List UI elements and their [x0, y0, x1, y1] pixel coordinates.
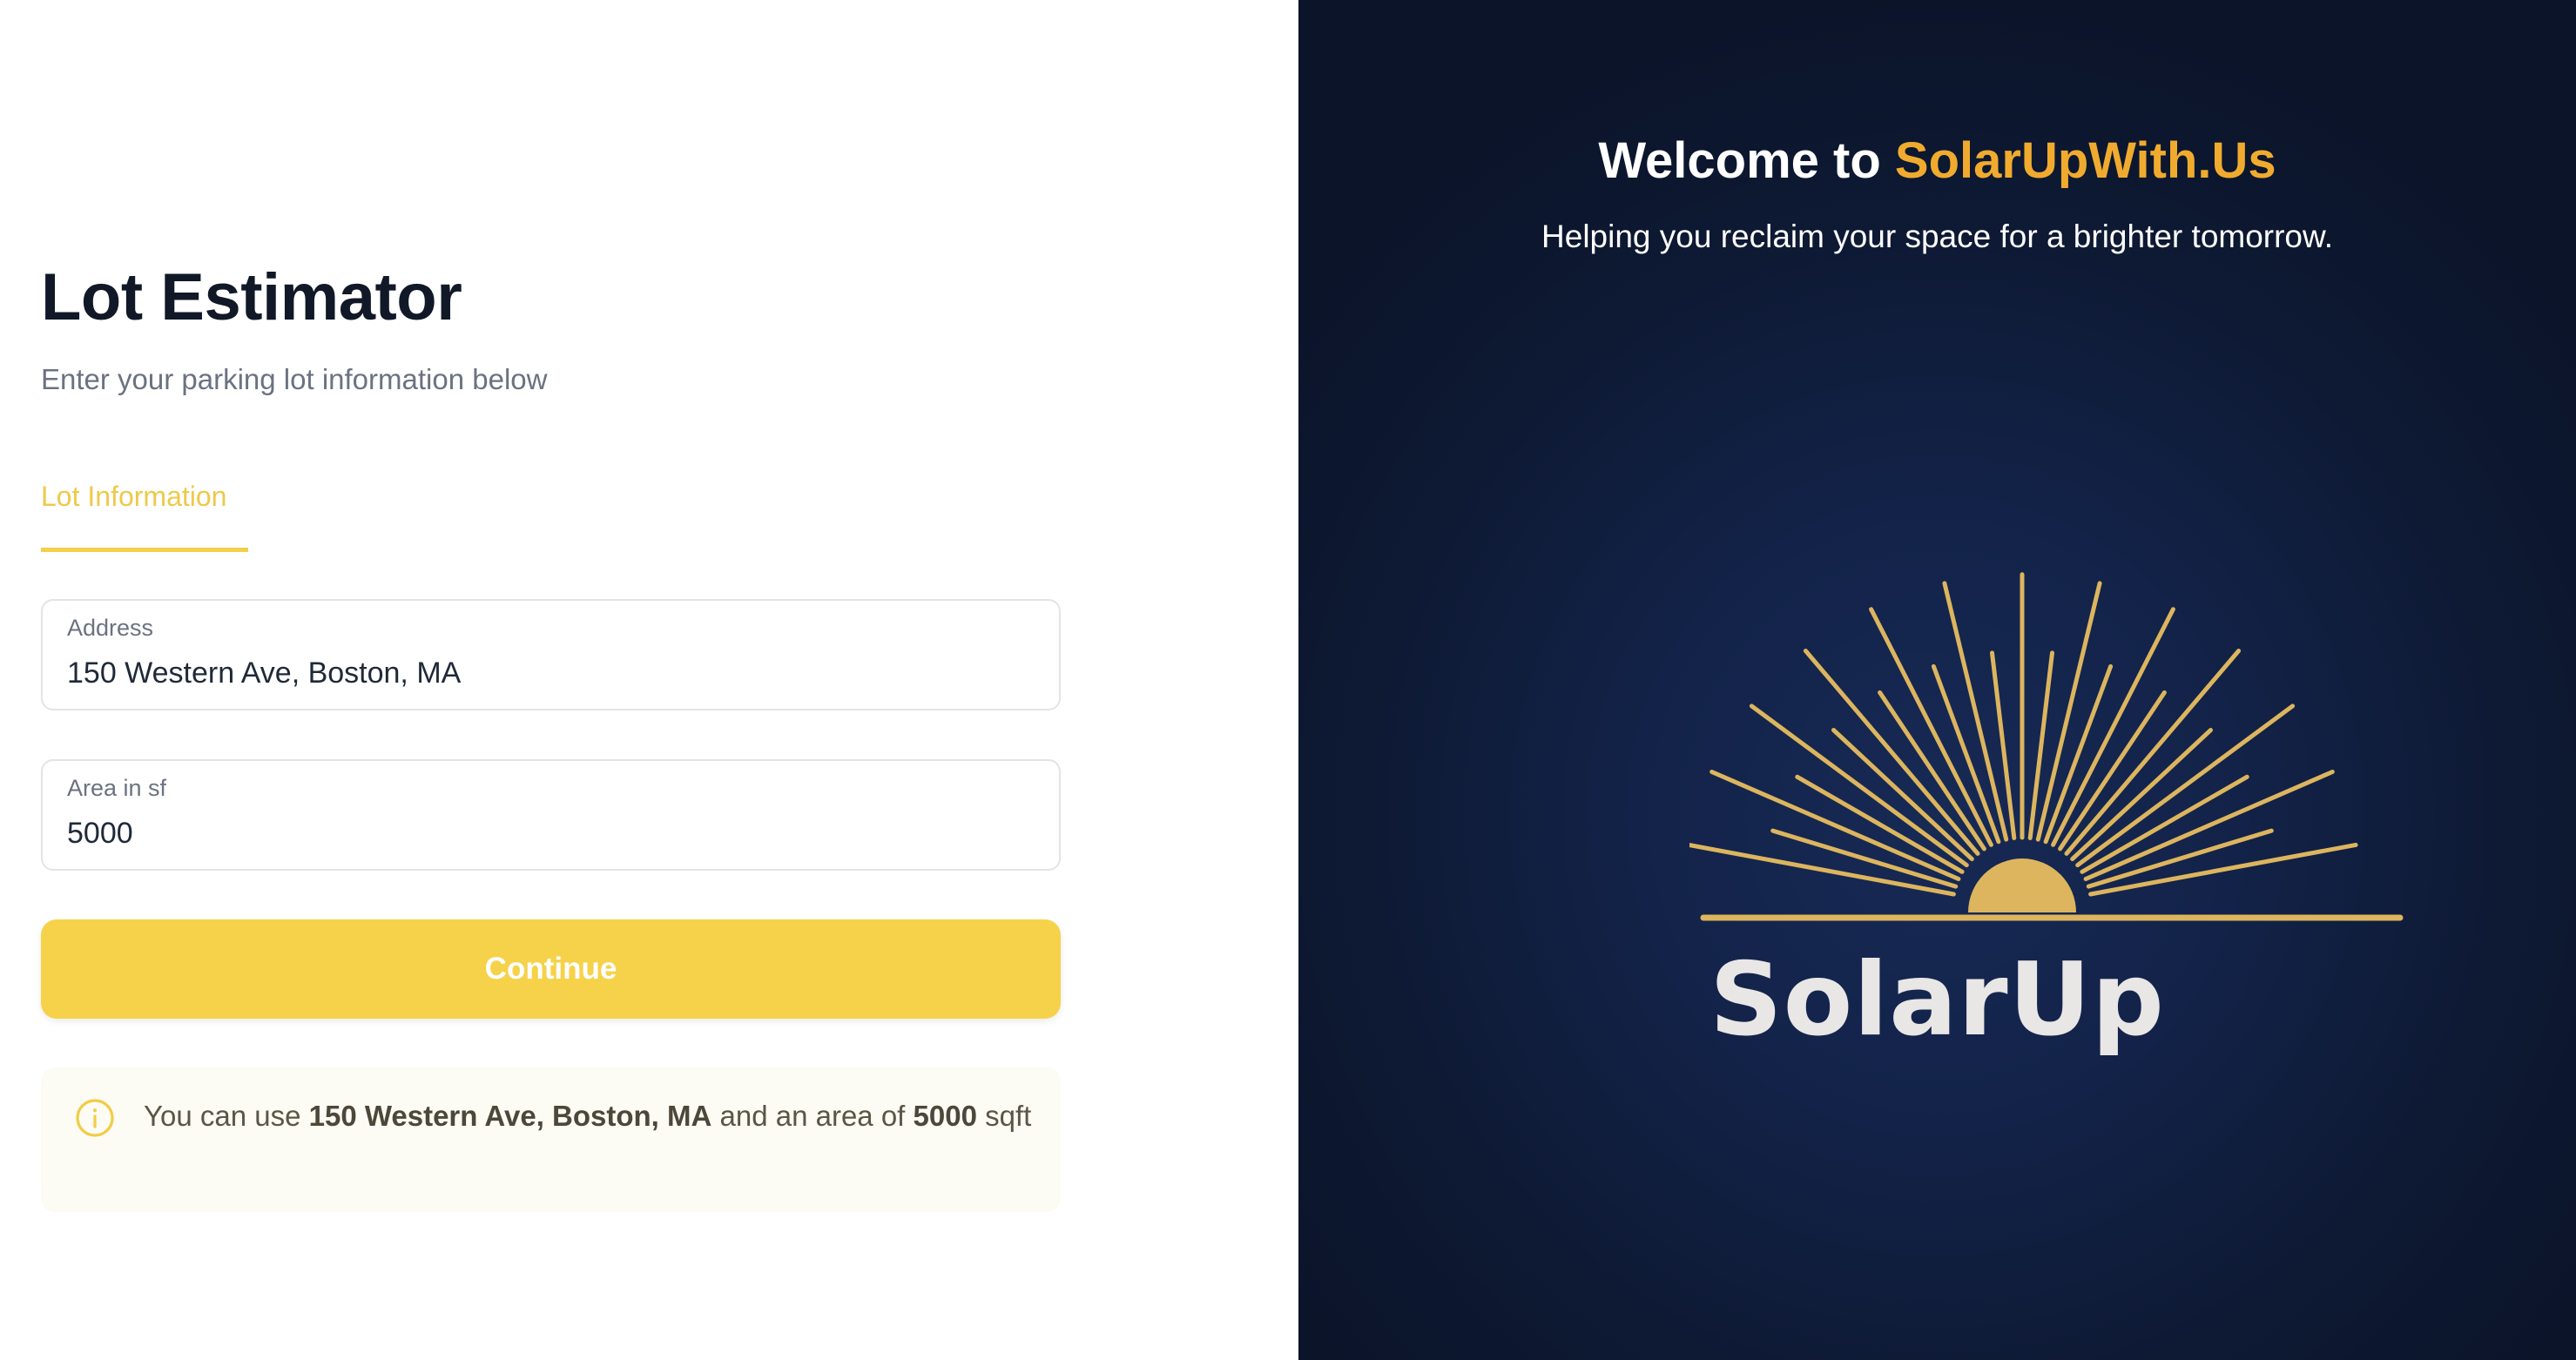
area-field[interactable]: Area in sf [41, 759, 1061, 871]
tab-lot-information[interactable]: Lot Information [41, 481, 248, 552]
hero-panel: Welcome to SolarUpWith.Us Helping you re… [1298, 0, 2576, 1360]
page-title: Lot Estimator [41, 260, 462, 334]
hint-middle: and an area of [711, 1100, 914, 1132]
welcome-heading: Welcome to SolarUpWith.Us [1298, 131, 2576, 192]
page-subtitle: Enter your parking lot information below [41, 363, 548, 395]
continue-button[interactable]: Continue [41, 919, 1061, 1019]
brand-name: SolarUpWith.Us [1894, 132, 2276, 189]
hint-suffix: sqft [976, 1100, 1032, 1132]
hint-address: 150 Western Ave, Boston, MA [308, 1100, 712, 1132]
area-input[interactable] [67, 811, 1025, 855]
tagline: Helping you reclaim your space for a bri… [1541, 219, 2333, 254]
sunrise-rays-icon [1689, 572, 2404, 921]
hint-box: You can use 150 Western Ave, Boston, MA … [41, 1067, 1061, 1212]
address-field[interactable]: Address [41, 599, 1061, 710]
address-label: Address [67, 615, 154, 641]
form-panel: Lot Estimator Enter your parking lot inf… [0, 0, 1298, 1360]
logo-wordmark: SolarUp [1709, 941, 2165, 1059]
tab-label: Lot Information [41, 481, 227, 512]
hint-text: You can use 150 Western Ave, Boston, MA … [144, 1094, 1032, 1139]
welcome-prefix: Welcome to [1598, 132, 1895, 189]
info-circle-icon [76, 1099, 114, 1137]
area-label: Area in sf [67, 775, 167, 801]
address-input[interactable] [67, 651, 1025, 695]
hint-area: 5000 [913, 1100, 977, 1132]
hint-prefix: You can use [144, 1100, 309, 1132]
